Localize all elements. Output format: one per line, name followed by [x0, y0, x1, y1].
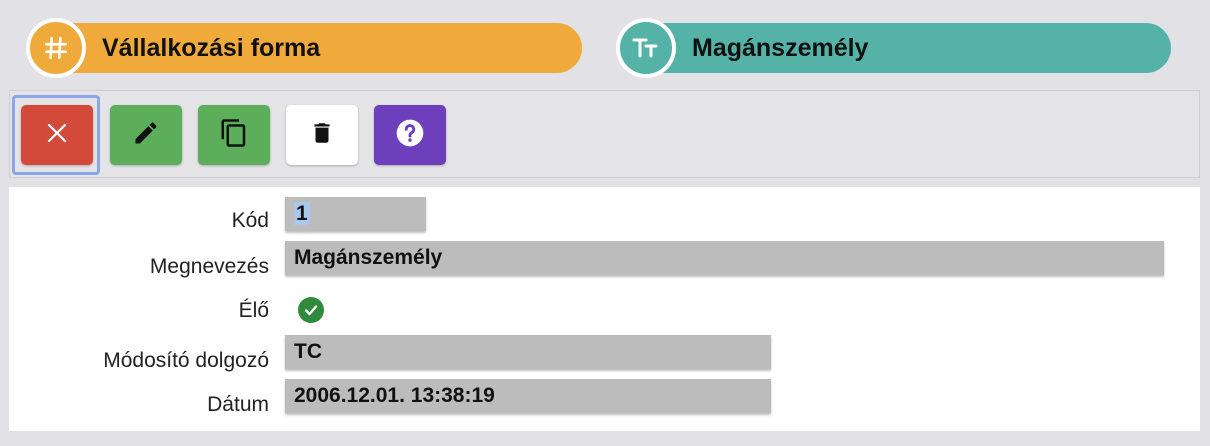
kod-field[interactable]: 1: [285, 197, 426, 231]
record-form: Kód 1 Megnevezés Magánszemély Élő Módosí…: [9, 187, 1200, 431]
check-circle-icon[interactable]: [298, 297, 324, 323]
datum-label: Dátum: [207, 393, 269, 416]
hash-icon: [26, 18, 86, 78]
edit-button[interactable]: [110, 105, 182, 165]
megnevezes-field[interactable]: Magánszemély: [285, 241, 1164, 275]
close-button[interactable]: [21, 105, 93, 165]
pencil-icon: [132, 119, 160, 152]
modosito-field[interactable]: TC: [285, 335, 771, 369]
trash-icon: [309, 118, 335, 153]
datum-field[interactable]: 2006.12.01. 13:38:19: [285, 379, 771, 413]
copy-button[interactable]: [198, 105, 270, 165]
elo-label: Élő: [238, 299, 269, 322]
delete-button[interactable]: [286, 105, 358, 165]
help-button[interactable]: [374, 105, 446, 165]
copy-icon: [219, 117, 249, 154]
toolbar: [9, 90, 1200, 178]
close-icon: [46, 122, 68, 149]
record-name-pill: Magánszemély: [616, 18, 1171, 78]
record-type-label: Vállalkozási forma: [102, 34, 321, 62]
modosito-label: Módosító dolgozó: [103, 349, 269, 372]
megnevezes-label: Megnevezés: [149, 255, 269, 278]
help-icon: [394, 117, 426, 154]
record-name-label: Magánszemély: [692, 34, 869, 62]
kod-label: Kód: [231, 209, 269, 232]
kod-value: 1: [294, 202, 310, 225]
record-type-pill: Vállalkozási forma: [26, 18, 582, 78]
text-type-icon: [616, 18, 676, 78]
